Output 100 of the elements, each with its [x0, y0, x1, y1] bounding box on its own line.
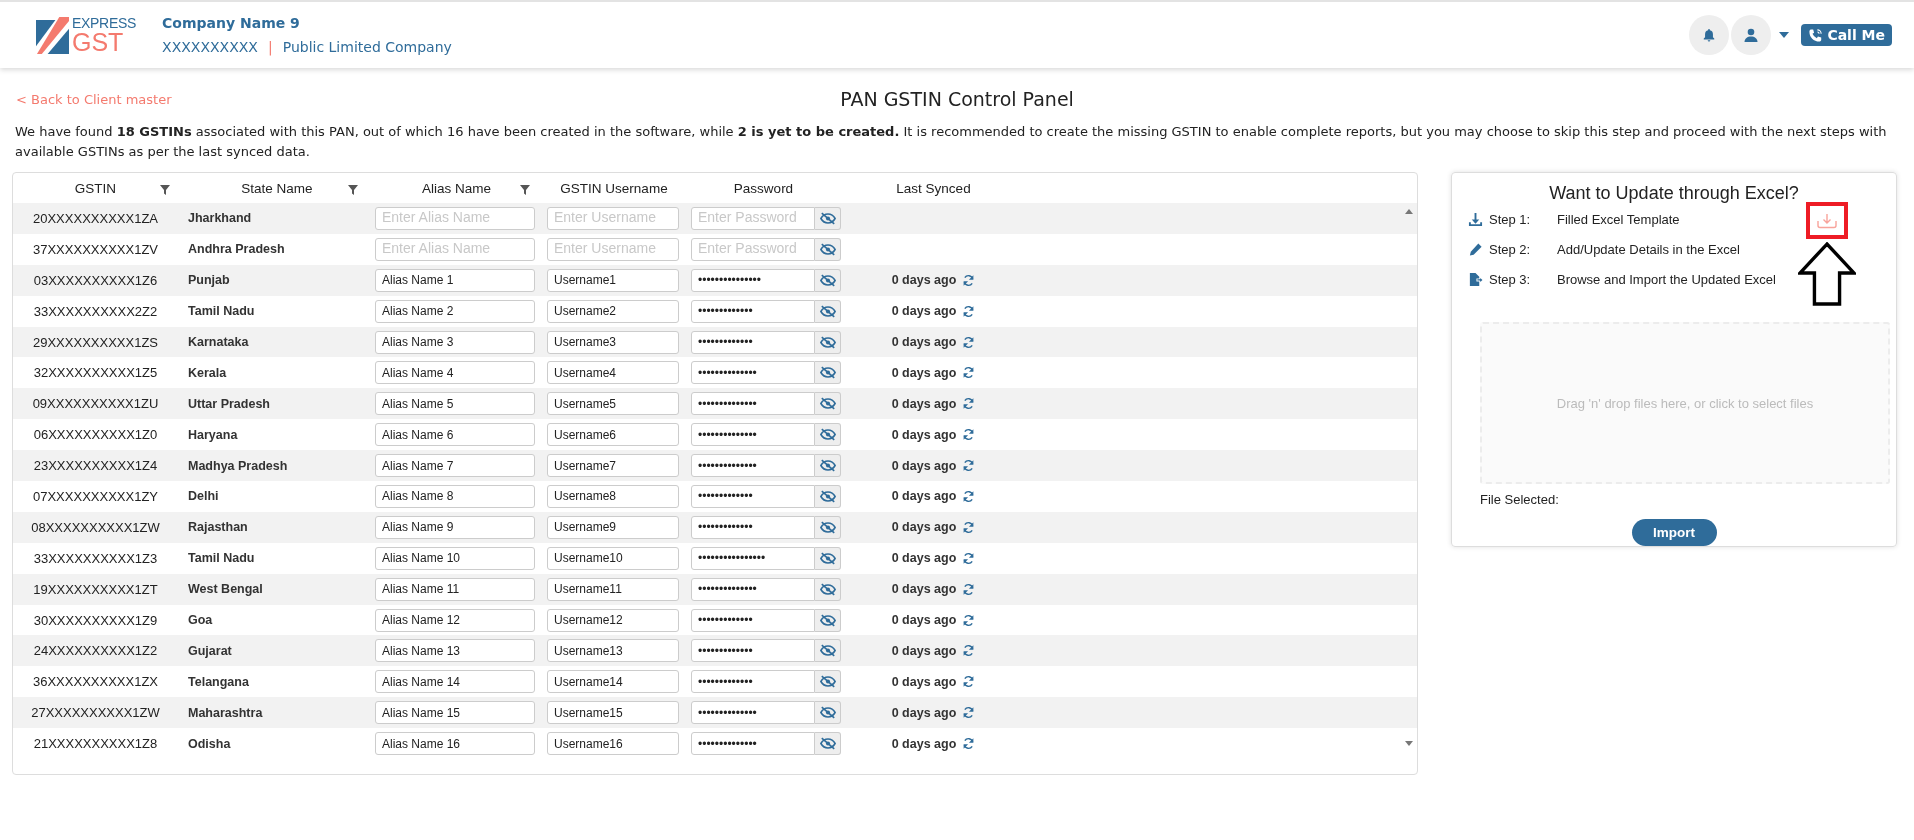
refresh-icon[interactable]: [962, 397, 976, 411]
password-input[interactable]: ••••••••••••••••: [691, 546, 815, 570]
hide-password-button[interactable]: [815, 701, 841, 725]
alias-input[interactable]: Alias Name 1: [375, 268, 535, 292]
alias-input[interactable]: Alias Name 6: [375, 423, 535, 447]
refresh-icon[interactable]: [962, 613, 976, 627]
password-input[interactable]: •••••••••••••: [691, 299, 815, 323]
hide-password-button[interactable]: [815, 268, 841, 292]
username-input[interactable]: Username7: [547, 454, 679, 478]
notifications-button[interactable]: [1689, 15, 1730, 55]
alias-input[interactable]: Alias Name 8: [375, 484, 535, 508]
caret-icon[interactable]: [1779, 32, 1790, 38]
username-input[interactable]: Username1: [547, 268, 679, 292]
hide-password-button[interactable]: [815, 299, 841, 323]
hide-password-button[interactable]: [815, 423, 841, 447]
password-input[interactable]: ••••••••••••••: [691, 577, 815, 601]
alias-input[interactable]: Alias Name 15: [375, 701, 535, 725]
username-input[interactable]: Username13: [547, 639, 679, 663]
refresh-icon[interactable]: [962, 644, 976, 658]
gstin-cell: 27XXXXXXXXXX1ZW: [31, 705, 160, 721]
alias-input[interactable]: Alias Name 14: [375, 670, 535, 694]
username-input[interactable]: Username14: [547, 670, 679, 694]
password-input[interactable]: •••••••••••••: [691, 670, 815, 694]
hide-password-button[interactable]: [815, 484, 841, 508]
alias-input[interactable]: Alias Name 9: [375, 515, 535, 539]
refresh-icon[interactable]: [962, 304, 976, 318]
gstin-cell: 20XXXXXXXXXX1ZA: [33, 210, 158, 226]
username-input[interactable]: Username2: [547, 299, 679, 323]
password-input[interactable]: •••••••••••••••: [691, 268, 815, 292]
alias-input[interactable]: Alias Name 13: [375, 639, 535, 663]
username-input[interactable]: Username4: [547, 361, 679, 385]
refresh-icon[interactable]: [962, 737, 976, 751]
refresh-icon[interactable]: [962, 520, 976, 534]
refresh-icon[interactable]: [962, 273, 976, 287]
password-input[interactable]: •••••••••••••: [691, 484, 815, 508]
scroll-up-icon[interactable]: [1405, 209, 1413, 214]
password-input[interactable]: ••••••••••••••: [691, 361, 815, 385]
password-input[interactable]: ••••••••••••••: [691, 732, 815, 756]
refresh-icon[interactable]: [962, 489, 976, 503]
password-input[interactable]: ••••••••••••••: [691, 454, 815, 478]
hide-password-button[interactable]: [815, 330, 841, 354]
password-input[interactable]: •••••••••••••: [691, 515, 815, 539]
scroll-down-icon[interactable]: [1405, 741, 1413, 746]
username-input[interactable]: Username12: [547, 608, 679, 632]
hide-password-button[interactable]: [815, 361, 841, 385]
hide-password-button[interactable]: [815, 206, 841, 230]
scrollbar[interactable]: [1405, 209, 1413, 746]
hide-password-button[interactable]: [815, 546, 841, 570]
refresh-icon[interactable]: [962, 366, 976, 380]
username-input[interactable]: Username6: [547, 423, 679, 447]
refresh-icon[interactable]: [962, 582, 976, 596]
eye-slash-icon: [819, 397, 836, 411]
alias-input[interactable]: Alias Name 4: [375, 361, 535, 385]
alias-input[interactable]: Alias Name 11: [375, 577, 535, 601]
alias-input[interactable]: Alias Name 3: [375, 330, 535, 354]
alias-input[interactable]: Alias Name 16: [375, 732, 535, 756]
password-input[interactable]: ••••••••••••••: [691, 701, 815, 725]
password-input[interactable]: ••••••••••••••: [691, 392, 815, 416]
filter-icon[interactable]: [348, 184, 358, 195]
refresh-icon[interactable]: [962, 675, 976, 689]
password-input[interactable]: •••••••••••••: [691, 639, 815, 663]
filter-icon[interactable]: [520, 184, 530, 195]
hide-password-button[interactable]: [815, 639, 841, 663]
alias-input[interactable]: Alias Name 10: [375, 546, 535, 570]
hide-password-button[interactable]: [815, 608, 841, 632]
gstin-cell: 36XXXXXXXXXX1ZX: [33, 674, 158, 690]
download-template-button[interactable]: [1806, 202, 1848, 239]
username-input[interactable]: Username9: [547, 515, 679, 539]
profile-button[interactable]: [1731, 15, 1772, 55]
password-input[interactable]: ••••••••••••••: [691, 423, 815, 447]
alias-input[interactable]: Alias Name 7: [375, 454, 535, 478]
refresh-icon[interactable]: [962, 706, 976, 720]
last-synced-text: 0 days ago: [891, 551, 957, 566]
logo-text: EXPRESS: [72, 15, 137, 30]
hide-password-button[interactable]: [815, 732, 841, 756]
hide-password-button[interactable]: [815, 454, 841, 478]
password-input[interactable]: •••••••••••••: [691, 330, 815, 354]
username-input[interactable]: Username16: [547, 732, 679, 756]
username-input[interactable]: Username10: [547, 546, 679, 570]
username-input[interactable]: Username11: [547, 577, 679, 601]
username-input[interactable]: Username8: [547, 484, 679, 508]
refresh-icon[interactable]: [962, 428, 976, 442]
hide-password-button[interactable]: [815, 577, 841, 601]
refresh-icon[interactable]: [962, 459, 976, 473]
password-input[interactable]: •••••••••••••: [691, 608, 815, 632]
call-me-button[interactable]: Call Me: [1801, 24, 1892, 46]
refresh-icon[interactable]: [962, 551, 976, 565]
import-button[interactable]: Import: [1631, 519, 1717, 546]
username-input[interactable]: Username3: [547, 330, 679, 354]
alias-input[interactable]: Alias Name 5: [375, 392, 535, 416]
hide-password-button[interactable]: [815, 515, 841, 539]
alias-input[interactable]: Alias Name 2: [375, 299, 535, 323]
username-input[interactable]: Username15: [547, 701, 679, 725]
hide-password-button[interactable]: [815, 670, 841, 694]
filter-icon[interactable]: [160, 184, 170, 195]
hide-password-button[interactable]: [815, 237, 841, 261]
alias-input[interactable]: Alias Name 12: [375, 608, 535, 632]
hide-password-button[interactable]: [815, 392, 841, 416]
username-input[interactable]: Username5: [547, 392, 679, 416]
refresh-icon[interactable]: [962, 335, 976, 349]
